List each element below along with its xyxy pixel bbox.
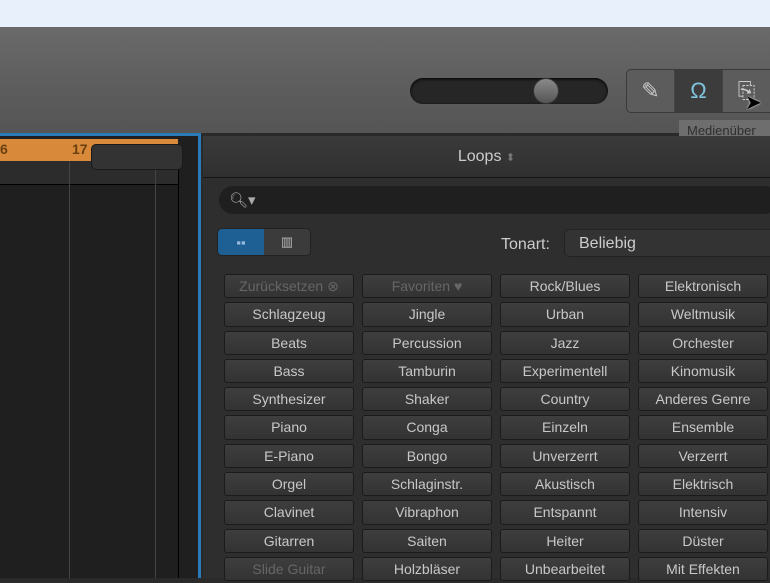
tag-button[interactable]: Jazz <box>500 330 630 355</box>
tag-button[interactable]: Synthesizer <box>224 387 354 412</box>
tag-button[interactable]: Zurücksetzen ⊗ <box>224 274 354 299</box>
grid-line <box>178 161 179 578</box>
ruler-label: 6 <box>0 141 8 157</box>
grid-line <box>155 161 156 578</box>
tag-button[interactable]: Düster <box>638 528 768 553</box>
ruler-label: 17 <box>72 141 88 157</box>
tag-button[interactable]: Shaker <box>362 387 492 412</box>
tag-button[interactable]: Clavinet <box>224 500 354 525</box>
slider-knob[interactable] <box>533 78 559 104</box>
tag-button[interactable]: Entspannt <box>500 500 630 525</box>
tag-button[interactable]: Experimentell <box>500 358 630 384</box>
button-view-icon[interactable]: ▪▪ <box>218 229 264 255</box>
tag-button[interactable]: Unverzerrt <box>500 443 630 469</box>
tag-button[interactable]: Jingle <box>362 302 492 327</box>
tag-button[interactable]: Vibraphon <box>362 500 492 525</box>
key-label: Tonart: <box>501 236 550 253</box>
key-select[interactable]: Beliebig <box>564 229 770 257</box>
tag-button[interactable]: Country <box>500 387 630 412</box>
tag-button[interactable]: Bongo <box>362 443 492 469</box>
tag-button[interactable]: Schlaginstr. <box>362 472 492 497</box>
tag-button[interactable]: Orgel <box>224 472 354 497</box>
tag-button[interactable]: Beats <box>224 330 354 355</box>
panel-title: Loops <box>457 148 502 165</box>
search-icon: 🔍︎▾ <box>229 192 256 209</box>
tag-button[interactable]: Verzerrt <box>638 443 768 469</box>
track-zoom-control[interactable] <box>91 144 183 170</box>
tag-button[interactable]: Einzeln <box>500 415 630 440</box>
loop-browser: Loops ⬍ 🔍︎▾ ▪▪ ▥ Tonart: Beliebig Zurück… <box>203 136 770 582</box>
tag-button[interactable]: Anderes Genre <box>638 387 768 412</box>
tag-grid: Zurücksetzen ⊗ Favoriten ♥ Rock/Blues Elekt… <box>220 272 770 583</box>
zoom-slider[interactable] <box>410 78 608 104</box>
view-toggle: ▪▪ ▥ <box>217 228 311 256</box>
tag-button[interactable]: Akustisch <box>500 472 630 497</box>
notepad-icon[interactable]: ✎ <box>627 70 675 112</box>
tag-button[interactable]: Elektronisch <box>638 274 768 299</box>
column-view-icon[interactable]: ▥ <box>264 229 310 255</box>
tag-button[interactable]: Piano <box>224 415 354 440</box>
mouse-cursor-icon: ➤ <box>745 92 762 114</box>
tag-button[interactable]: Bass <box>224 358 354 384</box>
loop-icon[interactable]: Ω <box>675 70 723 112</box>
tag-button[interactable]: Schlagzeug <box>224 302 354 327</box>
tag-button[interactable]: Saiten <box>362 528 492 553</box>
tag-button[interactable]: Kinomusik <box>638 358 768 384</box>
tag-button[interactable]: Weltmusik <box>638 302 768 327</box>
tag-button[interactable]: Conga <box>362 415 492 440</box>
panel-header[interactable]: Loops ⬍ <box>203 136 770 178</box>
tag-button[interactable]: Gitarren <box>224 528 354 553</box>
tag-button[interactable]: Percussion <box>362 330 492 355</box>
updown-icon: ⬍ <box>505 152 516 164</box>
tag-button[interactable]: Tamburin <box>362 358 492 384</box>
tag-button[interactable]: Orchester <box>638 330 768 355</box>
tag-button[interactable]: Rock/Blues <box>500 274 630 299</box>
tag-button[interactable]: Heiter <box>500 528 630 553</box>
track-area: 6 17 16 <box>0 133 201 578</box>
tag-button[interactable]: Urban <box>500 302 630 327</box>
tag-button[interactable]: Favoriten ♥ <box>362 274 492 299</box>
top-strip <box>0 0 770 27</box>
tag-button[interactable]: E-Piano <box>224 443 354 469</box>
tag-button[interactable]: Elektrisch <box>638 472 768 497</box>
tag-button[interactable]: Ensemble <box>638 415 768 440</box>
grid-line <box>69 161 70 578</box>
tag-button[interactable]: Intensiv <box>638 500 768 525</box>
search-input[interactable]: 🔍︎▾ <box>219 186 770 214</box>
